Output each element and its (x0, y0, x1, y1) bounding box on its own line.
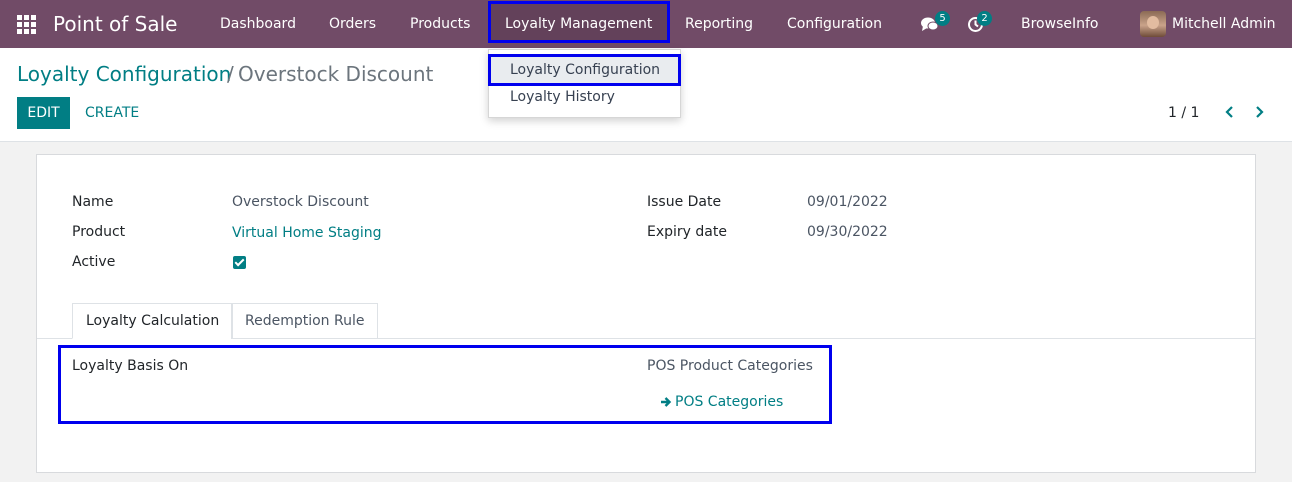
messages-badge: 5 (935, 11, 950, 26)
pos-categories-link[interactable]: POS Categories (675, 394, 783, 410)
form-sheet: Name Overstock Discount Product Virtual … (36, 154, 1256, 473)
menu-reporting[interactable]: Reporting (685, 0, 753, 48)
expiry-date-label: Expiry date (647, 224, 727, 240)
activities-badge: 2 (977, 11, 992, 26)
breadcrumb-parent[interactable]: Loyalty Configuration (17, 62, 231, 86)
issue-date-value: 09/01/2022 (807, 194, 888, 210)
menu-dashboard[interactable]: Dashboard (220, 0, 296, 48)
company-switcher[interactable]: BrowseInfo (1021, 0, 1098, 48)
expiry-date-value: 09/30/2022 (807, 224, 888, 240)
user-menu[interactable]: Mitchell Admin (1172, 0, 1276, 48)
dropdown-item-loyalty-history[interactable]: Loyalty History (489, 84, 680, 111)
arrow-right-icon (661, 397, 672, 407)
menu-products[interactable]: Products (410, 0, 470, 48)
edit-button[interactable]: EDIT (17, 97, 70, 129)
breadcrumb-current: Overstock Discount (238, 62, 434, 86)
loyalty-basis-value: POS Product Categories (647, 358, 813, 374)
apps-menu-icon[interactable] (17, 15, 36, 34)
pager-value[interactable]: 1 / 1 (1168, 97, 1199, 129)
name-value: Overstock Discount (232, 194, 369, 210)
active-label: Active (72, 254, 116, 270)
loyalty-basis-label: Loyalty Basis On (72, 358, 189, 374)
pager-previous-icon[interactable] (1222, 104, 1238, 120)
name-label: Name (72, 194, 114, 210)
loyalty-management-dropdown: Loyalty Configuration Loyalty History (488, 49, 681, 118)
tab-redemption-rule[interactable]: Redemption Rule (231, 303, 379, 339)
menu-orders[interactable]: Orders (329, 0, 376, 48)
issue-date-label: Issue Date (647, 194, 722, 210)
product-label: Product (72, 224, 126, 240)
top-navbar: Point of Sale Dashboard Orders Products … (0, 0, 1292, 48)
breadcrumb-separator: / (227, 62, 234, 86)
user-avatar[interactable] (1140, 11, 1166, 37)
loyalty-calculation-highlight (58, 345, 832, 424)
product-link[interactable]: Virtual Home Staging (232, 225, 381, 241)
create-button[interactable]: CREATE (85, 97, 139, 129)
menu-loyalty-management[interactable]: Loyalty Management (505, 0, 652, 48)
app-title[interactable]: Point of Sale (53, 0, 177, 48)
active-checkbox[interactable] (233, 256, 246, 269)
tab-loyalty-calculation[interactable]: Loyalty Calculation (72, 303, 234, 339)
pager-next-icon[interactable] (1251, 104, 1267, 120)
dropdown-item-loyalty-configuration[interactable]: Loyalty Configuration (488, 54, 681, 86)
menu-configuration[interactable]: Configuration (787, 0, 882, 48)
